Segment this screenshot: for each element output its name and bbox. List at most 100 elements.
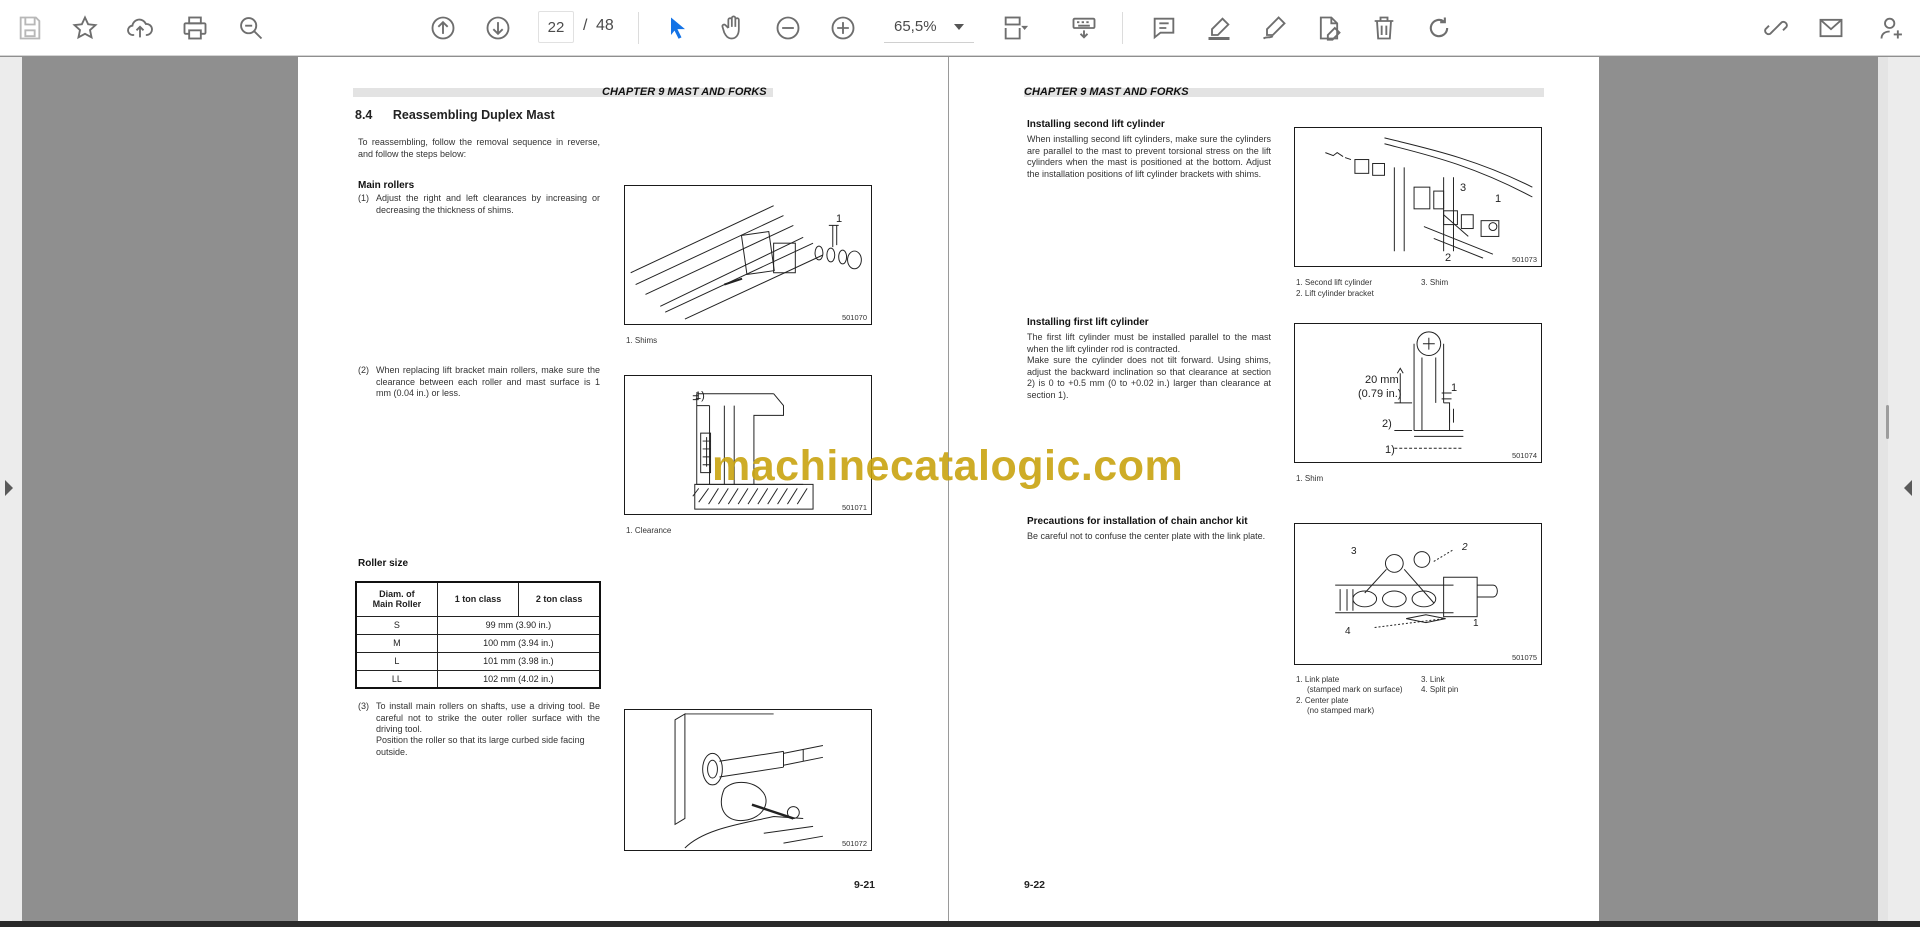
mail-icon[interactable]: [1813, 10, 1849, 46]
edit-icon[interactable]: [1311, 10, 1347, 46]
comment-icon[interactable]: [1146, 10, 1182, 46]
page-separator: /: [583, 17, 588, 34]
figure-id: 501074: [1511, 451, 1537, 460]
chapter-heading: CHAPTER 9 MAST AND FORKS: [1024, 86, 1189, 98]
figure-label: 1: [836, 213, 843, 225]
chevron-down-icon: [954, 24, 964, 30]
figure-501074: 20 mm (0.79 in.) 1 2) 1) 501074: [1294, 323, 1542, 463]
table-cell-value: 99 mm (3.90 in.): [436, 615, 601, 635]
figure-501073: 3 1 2 501073: [1294, 127, 1542, 267]
dimension-label: 20 mm: [1365, 374, 1399, 386]
table-header-row: Diam. of Main Roller 1 ton class 2 ton c…: [355, 581, 601, 617]
scrollbar-thumb[interactable]: [1886, 405, 1889, 439]
figure-6-caption-3: 3. Link: [1421, 675, 1445, 684]
zoom-select[interactable]: 65,5%: [884, 11, 974, 43]
plus-icon[interactable]: [825, 10, 861, 46]
minus-icon[interactable]: [770, 10, 806, 46]
crop-icon[interactable]: [997, 10, 1033, 46]
figure-id: 501072: [841, 839, 867, 848]
add-user-icon[interactable]: [1874, 10, 1910, 46]
column-header-diameter: Diam. of Main Roller: [355, 581, 438, 617]
step-3-number: (3): [358, 701, 369, 711]
figure-label: 3: [1460, 182, 1467, 194]
keyboard-icon[interactable]: [1066, 10, 1102, 46]
figure-6-caption-4: 4. Split pin: [1421, 685, 1459, 694]
figure-4-caption-3: 3. Shim: [1421, 278, 1449, 287]
page-number: 9-22: [1024, 879, 1046, 891]
zoom-out-search-icon[interactable]: [233, 10, 269, 46]
bottom-bar: [0, 921, 1920, 927]
figure-2-caption: 1. Clearance: [626, 526, 672, 535]
figure-label: 4: [1345, 626, 1351, 637]
section-heading: 8.4 Reassembling Duplex Mast: [355, 106, 555, 124]
watermark: machinecatalogic.com: [712, 442, 1184, 490]
toolbar: / 48 65,5%: [0, 0, 1920, 56]
figure-id: 501073: [1511, 255, 1537, 264]
table-row: LL 102 mm (4.02 in.): [355, 669, 601, 689]
table-row: S 99 mm (3.90 in.): [355, 615, 601, 635]
step-3-text: To install main rollers on shafts, use a…: [376, 701, 600, 734]
figure-label: 1): [695, 390, 705, 402]
first-cylinder-text-1: The first lift cylinder must be installe…: [1027, 332, 1271, 354]
star-icon[interactable]: [67, 10, 103, 46]
figure-label: 2: [1462, 542, 1468, 553]
page-number-input[interactable]: [538, 11, 574, 43]
toolbar-divider: [638, 12, 639, 44]
step-1-text: Adjust the right and left clearances by …: [376, 193, 600, 215]
first-cylinder-heading: Installing first lift cylinder: [1027, 317, 1149, 328]
figure-6-caption-2b: (no stamped mark): [1307, 706, 1375, 715]
hand-icon[interactable]: [715, 10, 751, 46]
table-cell-value: 101 mm (3.98 in.): [436, 651, 601, 671]
step-3-text-b: Position the roller so that its large cu…: [376, 735, 585, 757]
column-header-2-ton: 2 ton class: [518, 581, 601, 617]
table-cell-size: LL: [355, 669, 438, 689]
header-line-1: Diam. of: [379, 589, 415, 600]
toolbar-divider: [1122, 12, 1123, 44]
expand-left-panel-icon[interactable]: [5, 480, 13, 496]
save-icon[interactable]: [12, 10, 48, 46]
redo-icon[interactable]: [1421, 10, 1457, 46]
section-number: 8.4: [355, 108, 373, 122]
chapter-heading: CHAPTER 9 MAST AND FORKS: [602, 86, 767, 98]
print-icon[interactable]: [177, 10, 213, 46]
arrow-up-icon[interactable]: [425, 10, 461, 46]
table-cell-value: 102 mm (4.02 in.): [436, 669, 601, 689]
upload-icon[interactable]: [122, 10, 158, 46]
table-cell-value: 100 mm (3.94 in.): [436, 633, 601, 653]
delete-icon[interactable]: [1366, 10, 1402, 46]
figure-label: 1): [1385, 444, 1395, 456]
figure-6-caption-1: 1. Link plate: [1296, 675, 1340, 684]
link-icon[interactable]: [1758, 10, 1794, 46]
figure-501072: 501072: [624, 709, 872, 851]
figure-label: 2): [1382, 418, 1392, 430]
select-cursor-icon[interactable]: [660, 10, 696, 46]
main-rollers-heading: Main rollers: [358, 180, 415, 191]
table-cell-size: S: [355, 615, 438, 635]
figure-id: 501075: [1511, 653, 1537, 662]
table-cell-size: M: [355, 633, 438, 653]
second-cylinder-heading: Installing second lift cylinder: [1027, 119, 1165, 130]
header-line-2: Main Roller: [372, 599, 422, 610]
step-1-number: (1): [358, 193, 369, 203]
roller-size-heading: Roller size: [358, 558, 409, 569]
draw-icon[interactable]: [1256, 10, 1292, 46]
roller-size-table: Diam. of Main Roller 1 ton class 2 ton c…: [355, 581, 601, 689]
figure-label: 1: [1451, 382, 1458, 394]
figure-label: 1: [1473, 618, 1479, 629]
arrow-down-icon[interactable]: [480, 10, 516, 46]
chain-anchor-text: Be careful not to confuse the center pla…: [1027, 531, 1266, 541]
intro-text: To reassembling, follow the removal sequ…: [358, 137, 600, 159]
figure-4-caption-2: 2. Lift cylinder bracket: [1296, 289, 1374, 298]
table-row: M 100 mm (3.94 in.): [355, 633, 601, 653]
figure-501070: 1 501070: [624, 185, 872, 325]
figure-label: 2: [1445, 252, 1452, 264]
vertical-scrollbar[interactable]: [1878, 57, 1888, 921]
table-row: L 101 mm (3.98 in.): [355, 651, 601, 671]
first-cylinder-text-2: Make sure the cylinder does not tilt for…: [1027, 355, 1271, 400]
dimension-label: (0.79 in.): [1358, 388, 1402, 400]
second-cylinder-text: When installing second lift cylinders, m…: [1027, 134, 1271, 179]
expand-right-panel-icon[interactable]: [1904, 480, 1912, 496]
column-header-1-ton: 1 ton class: [436, 581, 520, 617]
highlight-icon[interactable]: [1201, 10, 1237, 46]
chain-anchor-heading: Precautions for installation of chain an…: [1027, 516, 1248, 527]
